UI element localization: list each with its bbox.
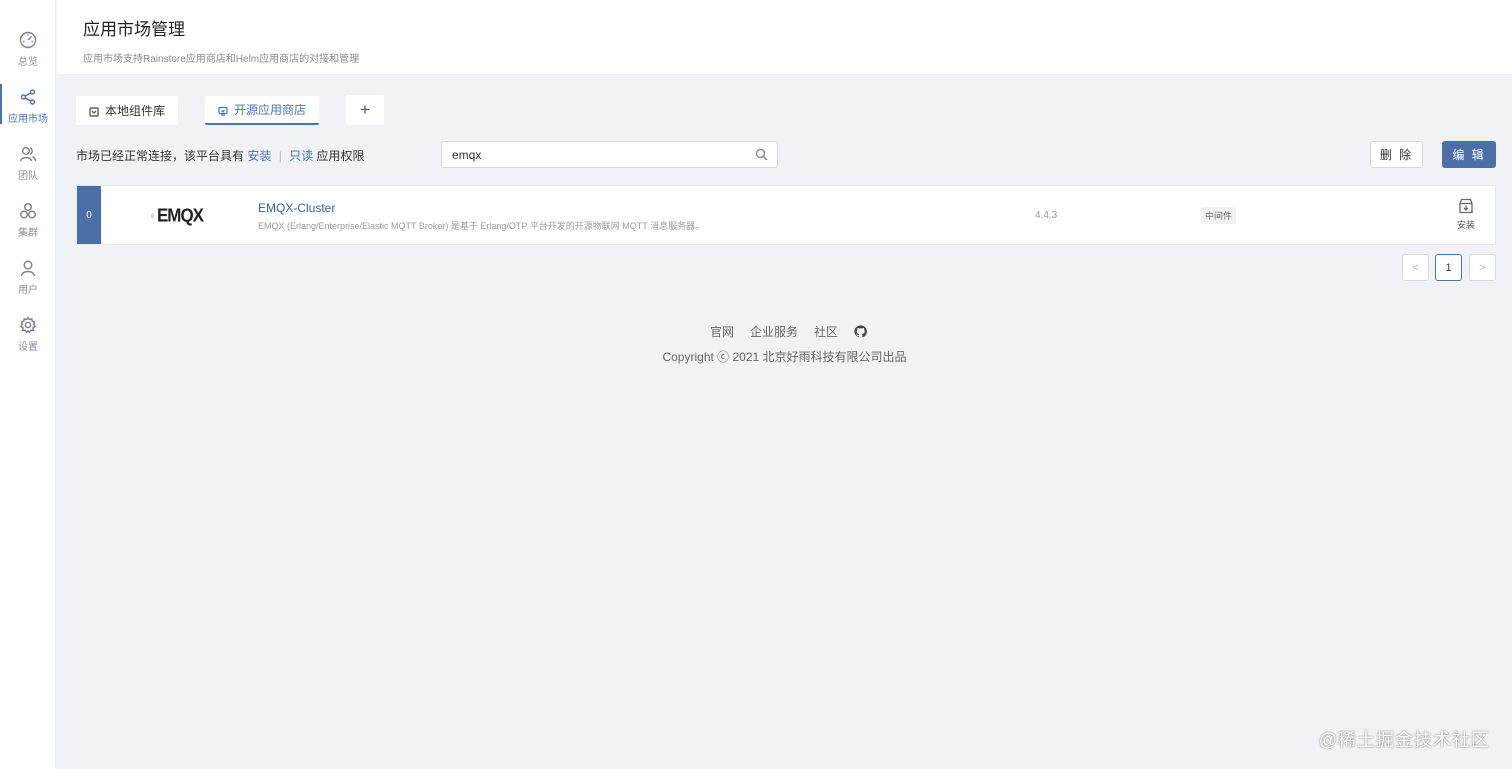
watermark: @稀土掘金技术社区: [1318, 730, 1490, 750]
footer-link-community[interactable]: 社区: [814, 323, 838, 340]
pagination-next[interactable]: >: [1469, 254, 1496, 281]
tab-label: 本地组件库: [104, 104, 165, 118]
app-index: 0: [77, 186, 101, 244]
search-box: [441, 141, 778, 168]
edit-button[interactable]: 编 辑: [1442, 141, 1496, 168]
search-input[interactable]: [442, 142, 742, 167]
footer-link-enterprise[interactable]: 企业服务: [750, 323, 798, 340]
cluster-icon: [20, 203, 36, 219]
sidebar-item-label: 集群: [18, 228, 38, 239]
sidebar-item-label: 总览: [18, 57, 38, 68]
permission-suffix: 应用权限: [316, 149, 365, 163]
sidebar-item-app-market[interactable]: 应用市场: [0, 84, 56, 130]
tab-open-source-store[interactable]: 开源应用商店: [205, 96, 319, 125]
delete-button[interactable]: 删 除: [1370, 141, 1423, 168]
sidebar-item-user[interactable]: 用户: [0, 255, 56, 301]
user-icon: [20, 260, 36, 277]
sidebar-item-label: 团队: [18, 171, 38, 182]
team-icon: [19, 147, 37, 162]
app-version: 4.4.3: [1035, 210, 1058, 221]
app-category-tag: 中间件: [1201, 207, 1237, 224]
footer-link-official-site[interactable]: 官网: [710, 323, 734, 340]
app-name-link[interactable]: EMQX-Cluster: [258, 201, 335, 215]
box-icon: [89, 106, 99, 117]
app-description: EMQX (Erlang/Enterprise/Elastic MQTT Bro…: [258, 221, 705, 231]
sidebar-item-cluster[interactable]: 集群: [0, 198, 56, 244]
app-logo-text: EMQX: [156, 205, 204, 226]
dashboard-icon: [19, 31, 37, 49]
page-subtitle: 应用市场支持Rainstore应用商店和Helm应用商店的对接和管理: [83, 54, 360, 65]
add-tab-button[interactable]: +: [346, 95, 384, 125]
plus-icon: +: [360, 100, 370, 119]
install-button[interactable]: 安装: [1451, 198, 1481, 234]
sidebar-item-overview[interactable]: 总览: [0, 27, 56, 73]
install-icon: [1459, 198, 1473, 214]
permission-info: 市场已经正常连接，该平台具有 安装 | 只读 应用权限: [76, 147, 365, 164]
tab-local-components[interactable]: 本地组件库: [76, 96, 178, 125]
permission-separator: |: [278, 149, 282, 163]
search-icon[interactable]: [755, 148, 768, 161]
footer-links: 官网 企业服务 社区: [0, 323, 1512, 340]
install-label: 安装: [1456, 220, 1475, 230]
permission-install: 安装: [247, 149, 272, 163]
sidebar-item-label: 用户: [18, 285, 38, 296]
app-list-item: 0 EMQX EMQX-Cluster EMQX (Erlang/Enterpr…: [76, 185, 1496, 245]
sidebar-item-team[interactable]: 团队: [0, 141, 56, 187]
tab-label: 开源应用商店: [233, 103, 306, 117]
footer-copyright: Copyright ⓒ 2021 北京好雨科技有限公司出品: [662, 350, 907, 364]
pagination-page-1[interactable]: 1: [1435, 254, 1462, 281]
github-icon[interactable]: [854, 325, 867, 338]
pagination-prev[interactable]: <: [1402, 254, 1429, 281]
page-header: 应用市场管理 应用市场支持Rainstore应用商店和Helm应用商店的对接和管…: [57, 0, 1512, 74]
app-logo: EMQX: [151, 202, 204, 230]
permission-readonly: 只读: [289, 149, 314, 163]
sidebar-item-label: 应用市场: [8, 114, 48, 125]
emqx-logo-icon: [151, 213, 154, 219]
share-icon: [20, 89, 36, 105]
store-icon: [218, 105, 228, 116]
sidebar: 总览 应用市场 团队 集群 用户 设置: [0, 0, 56, 769]
permission-prefix: 市场已经正常连接，该平台具有: [76, 149, 245, 163]
page-title: 应用市场管理: [83, 20, 185, 39]
